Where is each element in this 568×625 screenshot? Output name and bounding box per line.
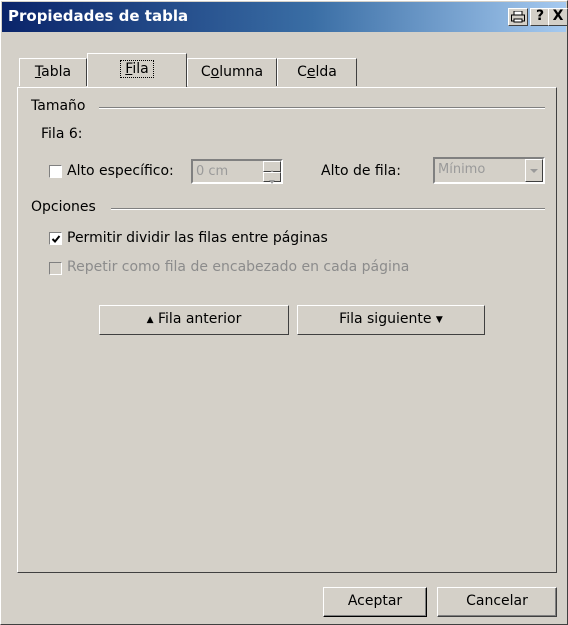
tab-tabla-label: abla <box>41 64 72 80</box>
cancel-button[interactable]: Cancelar <box>437 587 557 617</box>
ok-button[interactable]: Aceptar <box>323 587 427 617</box>
table-properties-dialog: Propiedades de tabla ? X Tabla Fila Colu… <box>0 0 568 625</box>
tab-fila[interactable]: Fila <box>87 53 187 87</box>
tab-celda-label-b: lda <box>315 64 337 80</box>
close-button[interactable]: X <box>548 8 568 26</box>
tab-tabla[interactable]: Tabla <box>19 58 87 86</box>
tab-panel <box>17 87 557 573</box>
tab-fila-label: ila <box>132 61 149 77</box>
tab-celda[interactable]: Celda <box>277 58 357 86</box>
tab-celda-mnemonic: e <box>306 64 316 80</box>
print-icon[interactable] <box>508 8 528 26</box>
tab-columna-label-b: lumna <box>219 64 264 80</box>
tab-columna-mnemonic: o <box>210 64 220 80</box>
tab-celda-label-a: C <box>297 64 307 80</box>
help-button[interactable]: ? <box>530 8 550 26</box>
window-title: Propiedades de tabla <box>8 7 189 25</box>
tab-columna[interactable]: Columna <box>187 58 277 86</box>
tab-fila-focus: Fila <box>120 60 154 78</box>
tab-columna-label-a: C <box>200 64 211 80</box>
title-bar[interactable]: Propiedades de tabla ? X <box>2 2 568 32</box>
